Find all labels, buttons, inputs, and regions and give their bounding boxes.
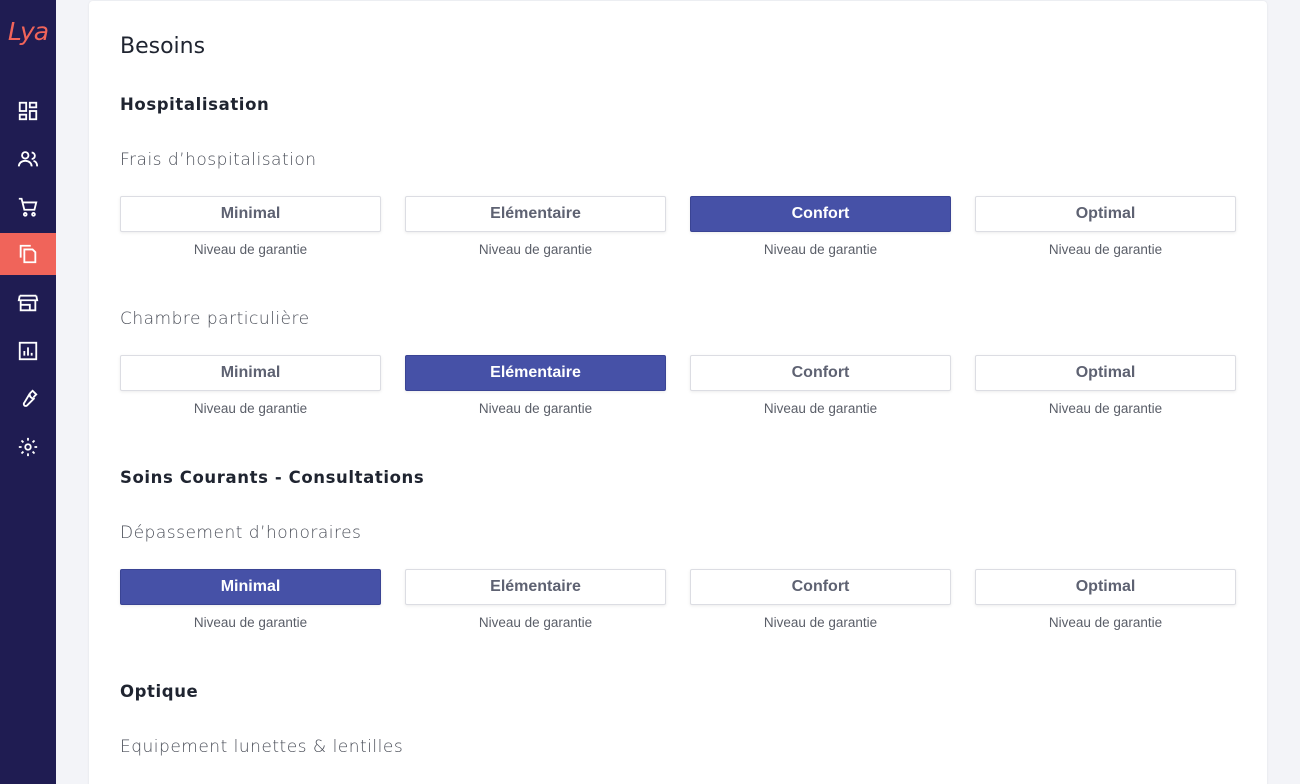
main-card	[89, 1, 1267, 784]
store-icon	[17, 294, 39, 312]
option-caption: Niveau de garantie	[1048, 242, 1163, 257]
option-caption: Niveau de garantie	[1048, 401, 1163, 416]
sidebar-item-people[interactable]	[0, 138, 56, 180]
option-minimal[interactable]: Minimal	[120, 355, 381, 391]
cart-icon	[18, 197, 38, 217]
option-caption: Niveau de garantie	[763, 242, 878, 257]
option-caption: Niveau de garantie	[193, 242, 308, 257]
option-optimal[interactable]: Optimal	[975, 569, 1236, 605]
group-label-frais-hospitalisation: Frais d’hospitalisation	[120, 150, 317, 170]
sidebar: Lya	[0, 0, 56, 784]
sidebar-item-stats[interactable]	[0, 330, 56, 372]
option-elementaire[interactable]: Elémentaire	[405, 355, 666, 391]
group-label-equipement-lunettes: Equipement lunettes & lentilles	[120, 737, 404, 757]
option-elementaire[interactable]: Elémentaire	[405, 196, 666, 232]
option-confort[interactable]: Confort	[690, 355, 951, 391]
option-minimal[interactable]: Minimal	[120, 569, 381, 605]
sidebar-item-tools[interactable]	[0, 378, 56, 420]
option-optimal[interactable]: Optimal	[975, 196, 1236, 232]
documents-icon	[19, 244, 37, 264]
section-title-optique: Optique	[120, 682, 199, 701]
sidebar-item-documents[interactable]	[0, 233, 56, 275]
chart-icon	[18, 341, 38, 361]
group-label-depassement-honoraires: Dépassement d’honoraires	[120, 523, 362, 543]
page-title: Besoins	[120, 34, 206, 59]
option-caption: Niveau de garantie	[1048, 615, 1163, 630]
app-logo[interactable]: Lya	[0, 8, 56, 56]
option-caption: Niveau de garantie	[763, 401, 878, 416]
gear-icon	[18, 437, 38, 457]
option-confort[interactable]: Confort	[690, 569, 951, 605]
option-optimal[interactable]: Optimal	[975, 355, 1236, 391]
wrench-icon	[22, 389, 38, 407]
option-elementaire[interactable]: Elémentaire	[405, 569, 666, 605]
option-caption: Niveau de garantie	[478, 242, 593, 257]
sidebar-item-dashboard[interactable]	[0, 90, 56, 132]
option-confort[interactable]: Confort	[690, 196, 951, 232]
option-caption: Niveau de garantie	[763, 615, 878, 630]
section-title-hospitalisation: Hospitalisation	[120, 95, 270, 114]
sidebar-item-store[interactable]	[0, 282, 56, 324]
option-caption: Niveau de garantie	[193, 401, 308, 416]
people-icon	[17, 151, 39, 167]
dashboard-icon	[18, 101, 38, 121]
sidebar-item-cart[interactable]	[0, 186, 56, 228]
section-title-soins-courants: Soins Courants - Consultations	[120, 468, 425, 487]
option-caption: Niveau de garantie	[478, 401, 593, 416]
option-minimal[interactable]: Minimal	[120, 196, 381, 232]
option-caption: Niveau de garantie	[193, 615, 308, 630]
group-label-chambre-particuliere: Chambre particulière	[120, 309, 310, 329]
option-caption: Niveau de garantie	[478, 615, 593, 630]
sidebar-item-settings[interactable]	[0, 426, 56, 468]
logo-text: Lya	[7, 17, 49, 46]
